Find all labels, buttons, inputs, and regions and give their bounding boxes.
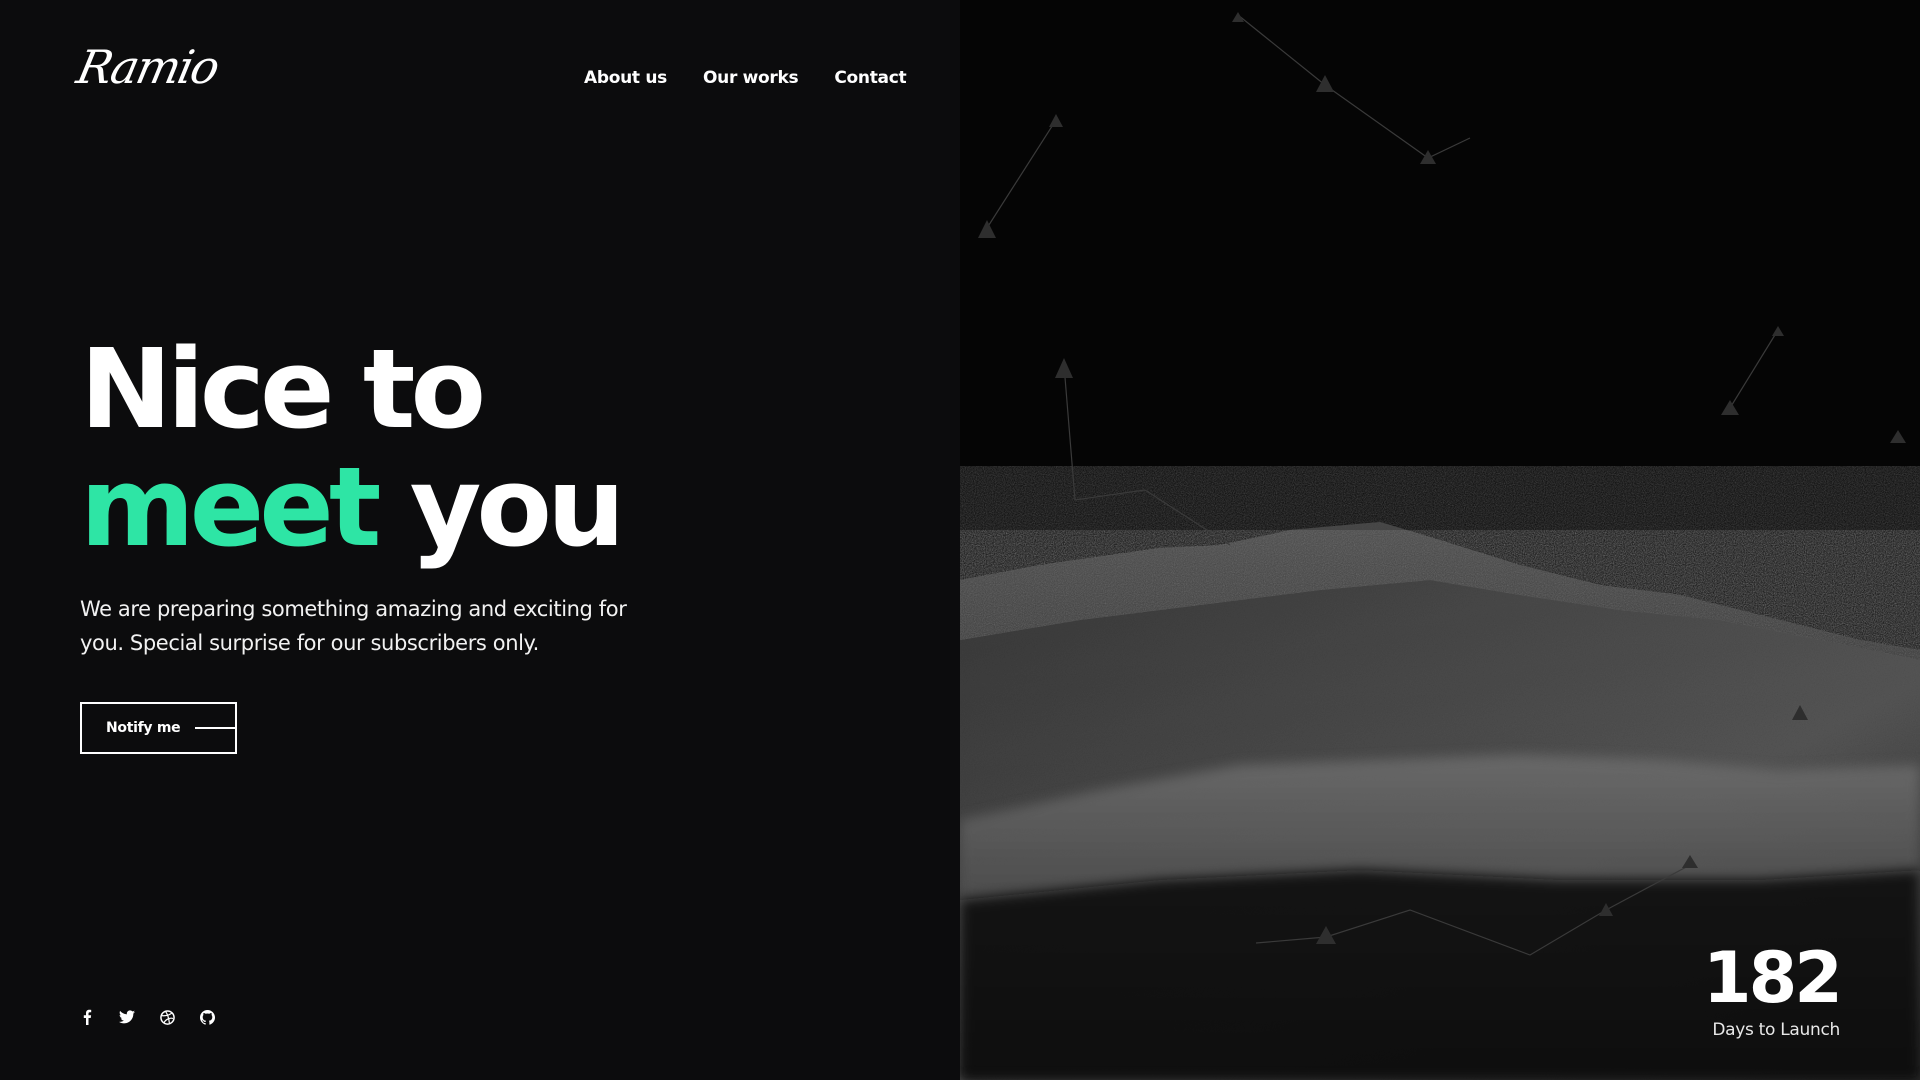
github-icon[interactable] (198, 1008, 216, 1026)
countdown-label: Days to Launch (1712, 1020, 1840, 1040)
social-links (78, 1008, 216, 1026)
notify-me-button[interactable]: Notify me (80, 702, 237, 754)
hero-description: We are preparing something amazing and e… (80, 597, 627, 655)
twitter-icon[interactable] (118, 1008, 136, 1026)
main-nav: About us Our works Contact (584, 68, 907, 88)
nav-about-us[interactable]: About us (584, 68, 667, 88)
countdown-value: 182 (1702, 937, 1843, 1019)
logo[interactable]: Ramio (72, 40, 223, 94)
countdown: 182 Days to Launch (1702, 937, 1843, 1040)
rock-background-image (960, 0, 1920, 1080)
hero-title-line1: Nice to (80, 325, 486, 453)
nav-contact[interactable]: Contact (834, 68, 906, 88)
facebook-icon[interactable] (78, 1008, 96, 1026)
dribbble-icon[interactable] (158, 1008, 176, 1026)
hero-title-rest: you (376, 443, 626, 571)
arrow-line-icon (195, 727, 237, 729)
hero-title-accent: meet (80, 443, 381, 571)
hero-title: Nice to meet you (80, 330, 625, 566)
nav-our-works[interactable]: Our works (703, 68, 799, 88)
notify-me-label: Notify me (106, 720, 181, 736)
hero-image (960, 0, 1920, 1080)
